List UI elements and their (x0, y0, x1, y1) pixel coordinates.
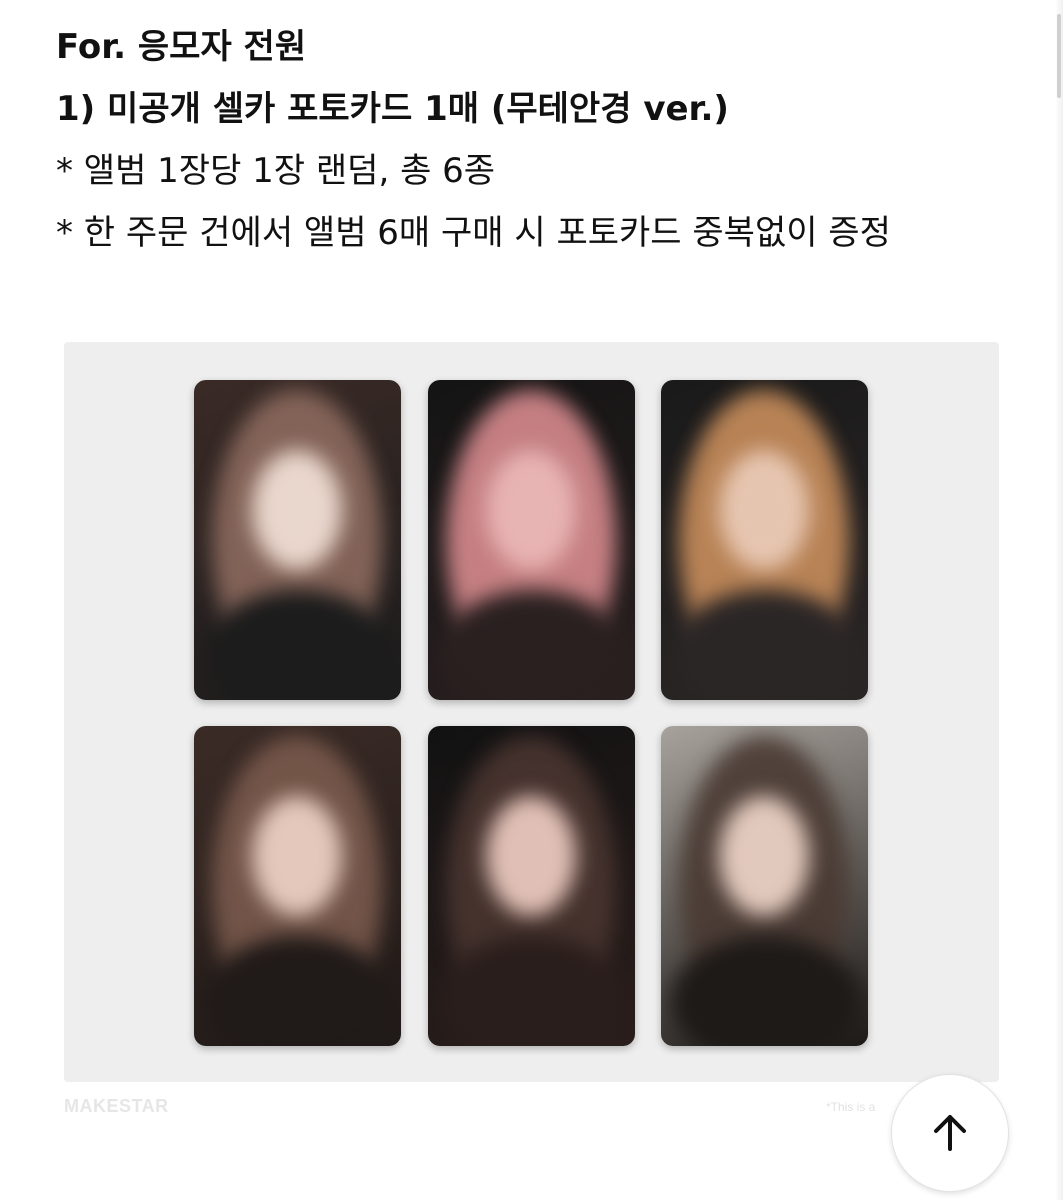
makestar-watermark: MAKESTAR (64, 1096, 169, 1116)
post-text: For. 응모자 전원 1) 미공개 셀카 포토카드 1매 (무테안경 ver.… (56, 16, 1016, 264)
photocard-face-shape (719, 796, 809, 916)
photocard (194, 380, 401, 700)
photocard (428, 380, 635, 700)
post-line-title: For. 응모자 전원 (56, 27, 307, 67)
post-line-note-set: * 한 주문 건에서 앨범 6매 구매 시 포토카드 중복없이 증정 (56, 213, 891, 253)
scrollbar-thumb[interactable] (1057, 14, 1061, 98)
photocard-face-shape (252, 450, 342, 570)
scroll-to-top-button[interactable] (891, 1074, 1009, 1192)
photocard-image (64, 342, 999, 1082)
scrollbar-track[interactable] (1055, 0, 1063, 1200)
image-disclaimer-watermark: *This is a (826, 1100, 876, 1114)
arrow-up-icon (934, 1115, 966, 1151)
photocard-face-shape (252, 796, 342, 916)
photocard (194, 726, 401, 1046)
photocard (661, 380, 868, 700)
photocard (428, 726, 635, 1046)
post-line-benefit: 1) 미공개 셀카 포토카드 1매 (무테안경 ver.) (56, 89, 729, 129)
post-line-note-random: * 앨범 1장당 1장 랜덤, 총 6종 (56, 151, 496, 191)
photocard-face-shape (719, 450, 809, 570)
photocard-face-shape (486, 450, 576, 570)
photocard (661, 726, 868, 1046)
photocard-face-shape (486, 796, 576, 916)
